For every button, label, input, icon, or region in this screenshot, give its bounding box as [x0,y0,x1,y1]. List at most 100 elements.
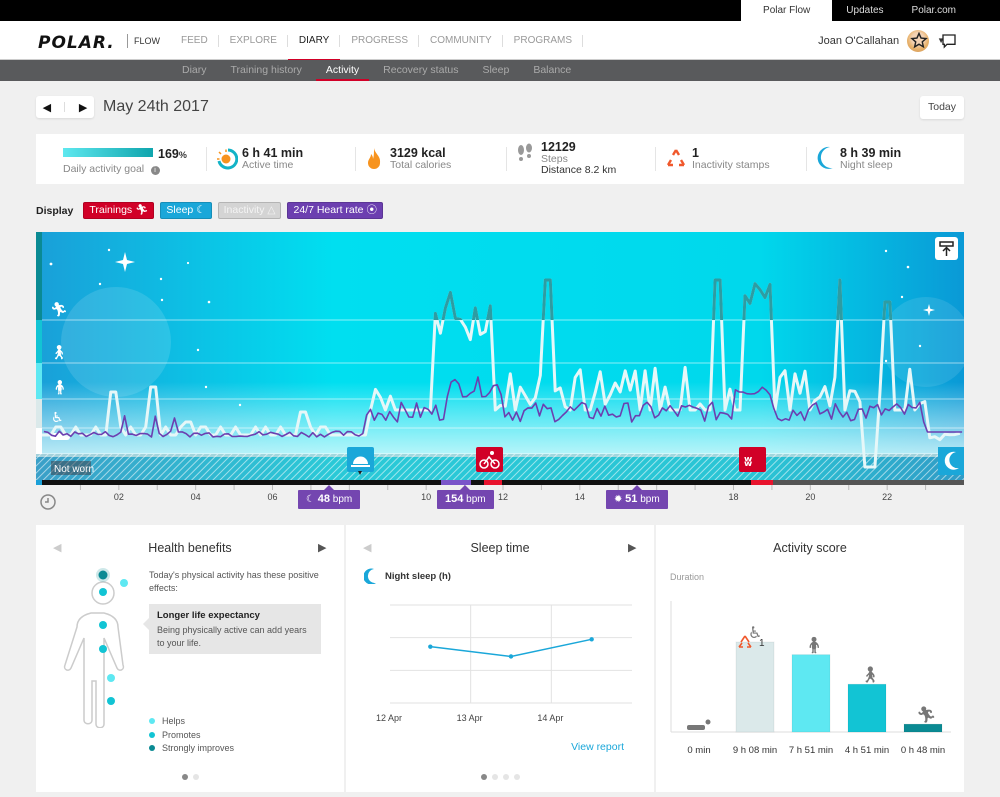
sitting-icon: ♿︎ [51,410,64,426]
nav-diary[interactable]: DIARY [287,21,341,61]
level-band-standing [36,363,42,399]
flame-icon [368,148,381,169]
activity-summary: 169% Daily activity goal i 6 h 41 min Ac… [36,134,964,184]
series-line [430,638,592,658]
x-tick-label: 04 [190,492,201,502]
x-tick-label: 10 [421,492,432,502]
divider [506,147,507,171]
x-tick-label: 18 [728,492,739,502]
prev-day-button[interactable]: ◀ [43,101,51,114]
event-training-cycling [476,447,503,472]
legend-helps: Helps [149,715,234,729]
running-icon: 🏃︎ [50,302,68,318]
next-panel-button[interactable]: ▶ [318,541,326,554]
prev-panel-button[interactable]: ◀ [53,541,61,554]
page-dot[interactable] [491,774,498,780]
top-bar: Polar Flow Updates Polar.com [0,0,1000,21]
toggle-label: Trainings [89,204,133,216]
inactivity-stamp-icon [666,149,686,167]
level-band-sitting [36,399,42,428]
subnav-recovery-status[interactable]: Recovery status [371,60,470,81]
health-callout: Longer life expectancy Being physically … [143,604,321,654]
inactivity-count: 1 [759,638,765,649]
info-icon[interactable]: i [150,166,160,175]
subnav-sleep[interactable]: Sleep [470,60,521,81]
nav-feed[interactable]: FEED [170,21,219,60]
prev-panel-button[interactable]: ◀ [363,541,371,554]
bar-sitting [735,641,775,733]
x-tick-label: 02 [113,492,124,502]
bar-label: 7 h 51 min [789,745,833,756]
x-axis-ticks [79,485,927,490]
page-dot[interactable] [513,774,520,780]
not-worn-label: Not worn [54,464,94,475]
footprints-icon [518,143,532,161]
hr-tag-max[interactable]: 154 bpm [437,485,494,509]
callout-text: Being physically active can add years to… [157,625,307,648]
panel-title: Health benefits [148,541,232,555]
subnav-diary[interactable]: Diary [170,60,219,81]
toggle-inactivity[interactable]: Inactivity △ [217,202,282,219]
bar-label: 0 min [687,745,710,756]
goal-percent: 169 [158,147,179,161]
page-dot[interactable] [181,774,188,780]
subnav-activity[interactable]: Activity [314,60,371,81]
nav-community[interactable]: COMMUNITY [419,21,503,60]
next-panel-button[interactable]: ▶ [628,541,636,554]
sleep-time-panel: Sleep time ◀ ▶ Night sleep (h) 12 Apr 13 … [346,525,654,792]
running-icon: 🏃︎ [916,705,936,724]
data-point [508,654,514,659]
nav-explore[interactable]: EXPLORE [219,21,289,60]
sleep-value: 8 h 39 min [840,146,902,160]
toggle-sleep[interactable]: Sleep ☾ [160,202,212,219]
toplink-updates[interactable]: Updates [832,0,897,21]
hr-unit: bpm [466,494,486,505]
body-figure [63,568,128,728]
page-dot[interactable] [192,774,199,780]
toplink-polar-com[interactable]: Polar.com [898,0,970,21]
goal-unit: % [178,150,187,160]
x-tick-label: 12 Apr [376,713,402,723]
next-day-button[interactable]: ▶ [79,101,87,114]
toplink-polar-flow[interactable]: Polar Flow [741,0,833,21]
event-wake-up [347,447,374,475]
bar-walking [847,683,887,733]
cloud [61,287,171,397]
bar-running [903,723,943,733]
hr-value: 51 [625,493,638,505]
x-tick-label: 20 [805,492,816,502]
hr-tag-sleep-min[interactable]: ☾ 48 bpm [298,485,361,509]
toggle-trainings[interactable]: Trainings 🏃︎ [83,202,155,219]
level-band-walking [36,320,42,363]
activity-timeline[interactable]: 🏃︎ 🚶︎ 🧍︎ ♿︎ Not worn ʬ [36,232,964,485]
data-point [589,637,594,642]
display-toggles: Display Trainings 🏃︎ Sleep ☾ Inactivity … [36,202,383,219]
clock-icon[interactable] [39,493,57,511]
star-icon[interactable] [910,32,928,49]
today-button[interactable]: Today [920,96,964,119]
hr-unit: bpm [640,494,660,505]
hr-tag-day-min[interactable]: ✹ 51 bpm [606,485,668,509]
user-name: Joan O'Callahan [818,34,900,47]
subnav-training-history[interactable]: Training history [219,60,314,81]
activity-score-panel: Activity score Duration 0 min ♿︎ 9 h 08 mi… [656,525,964,792]
toggle-heart-rate[interactable]: 24/7 Heart rate ⦿ [287,202,383,219]
x-tick-label: 12 [497,492,509,502]
toggle-label: 24/7 Heart rate [293,204,364,216]
level-band-resting [36,428,42,454]
collapse-button [935,237,958,260]
subnav-balance[interactable]: Balance [521,60,583,81]
view-report-link[interactable]: View report [571,741,624,753]
active-underline [315,79,370,81]
polar-logo[interactable]: POLAR. [38,33,115,53]
goal-progress-bar [63,148,153,157]
sleep-chart-subtitle: Night sleep (h) [385,571,451,582]
page-dot[interactable] [480,774,487,780]
nav-programs[interactable]: PROGRAMS [503,21,584,60]
page-dot[interactable] [502,774,509,780]
distance-value: Distance 8.2 km [541,164,617,176]
pagination-dots [346,774,654,780]
x-tick-label: 14 Apr [537,713,563,723]
nav-progress[interactable]: PROGRESS [340,21,419,60]
chat-icon[interactable] [941,33,957,49]
